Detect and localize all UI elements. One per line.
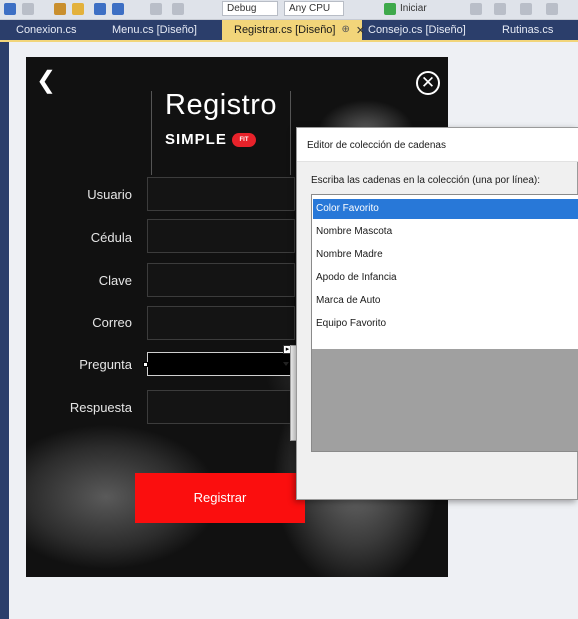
pregunta-label: Pregunta: [79, 357, 132, 372]
list-item[interactable]: Nombre Mascota: [313, 222, 578, 242]
tab-label: Registrar.cs [Diseño]: [234, 24, 336, 36]
align-icon[interactable]: [520, 3, 532, 15]
side-panel-gutter: [0, 42, 9, 619]
list-item[interactable]: Marca de Auto: [313, 291, 578, 311]
clave-label: Clave: [98, 273, 132, 288]
save-icon[interactable]: [94, 3, 106, 15]
tab-registrar-design[interactable]: Registrar.cs [Diseño] ⊕ ✕: [222, 20, 365, 40]
redo-icon[interactable]: [172, 3, 184, 15]
logo-subtitle: SIMPLE: [165, 131, 227, 148]
respuesta-label: Respuesta: [69, 400, 132, 415]
correo-label: Correo: [92, 315, 132, 330]
configuration-combo[interactable]: Debug: [222, 1, 278, 16]
format-icon[interactable]: [546, 3, 558, 15]
document-tab-strip: Conexion.cs Menu.cs [Diseño] Registrar.c…: [0, 20, 578, 42]
correo-input[interactable]: [147, 306, 295, 340]
usuario-input[interactable]: [147, 177, 295, 211]
ide-toolbar: Debug Any CPU Iniciar: [0, 0, 578, 20]
list-item[interactable]: Apodo de Infancia: [313, 268, 578, 288]
undo-icon[interactable]: [150, 3, 162, 15]
string-collection-editor-dialog: Editor de colección de cadenas Escriba l…: [296, 127, 578, 500]
platform-combo[interactable]: Any CPU: [284, 1, 344, 16]
start-button-label[interactable]: Iniciar: [400, 3, 427, 14]
pin-icon[interactable]: ⊕: [341, 24, 349, 40]
usuario-label: Usuario: [87, 187, 132, 202]
strings-textbox[interactable]: Color Favorito Nombre Mascota Nombre Mad…: [311, 194, 578, 452]
tab-label: Consejo.cs [Diseño]: [368, 24, 466, 36]
register-button[interactable]: Registrar: [135, 473, 305, 523]
logo-badge: FIT: [232, 133, 256, 147]
respuesta-input[interactable]: [147, 390, 295, 424]
chevron-down-icon[interactable]: [283, 362, 289, 366]
list-item[interactable]: Nombre Madre: [313, 245, 578, 265]
tab-label: Conexion.cs: [16, 24, 77, 36]
list-empty-area: [312, 349, 578, 451]
resize-handle[interactable]: [143, 362, 148, 367]
list-item[interactable]: Equipo Favorito: [313, 314, 578, 334]
cedula-label: Cédula: [90, 230, 132, 245]
find-icon[interactable]: [470, 3, 482, 15]
cedula-input[interactable]: [147, 219, 295, 253]
back-arrow-icon[interactable]: ❮: [34, 67, 58, 95]
pregunta-combobox[interactable]: [147, 352, 295, 376]
navigate-forward-icon[interactable]: [22, 3, 34, 15]
new-project-icon[interactable]: [54, 3, 66, 15]
save-all-icon[interactable]: [112, 3, 124, 15]
tab-conexion[interactable]: Conexion.cs: [0, 20, 96, 40]
tab-label: Menu.cs [Diseño]: [112, 24, 197, 36]
open-file-icon[interactable]: [72, 3, 84, 15]
tab-menu-design[interactable]: Menu.cs [Diseño]: [96, 20, 222, 40]
clave-input[interactable]: [147, 263, 295, 297]
dialog-title: Editor de colección de cadenas: [297, 128, 578, 162]
logo-title: Registro: [165, 89, 277, 121]
list-item[interactable]: Color Favorito: [313, 199, 578, 219]
layout-icon[interactable]: [494, 3, 506, 15]
dialog-instructions: Escriba las cadenas en la colección (una…: [311, 175, 541, 186]
tab-rutinas[interactable]: Rutinas.cs: [484, 20, 578, 40]
navigate-back-icon[interactable]: [4, 3, 16, 15]
tab-consejo-design[interactable]: Consejo.cs [Diseño]: [362, 20, 484, 40]
close-icon[interactable]: ✕: [416, 71, 440, 95]
start-icon[interactable]: [384, 3, 396, 15]
tab-label: Rutinas.cs: [502, 24, 554, 36]
